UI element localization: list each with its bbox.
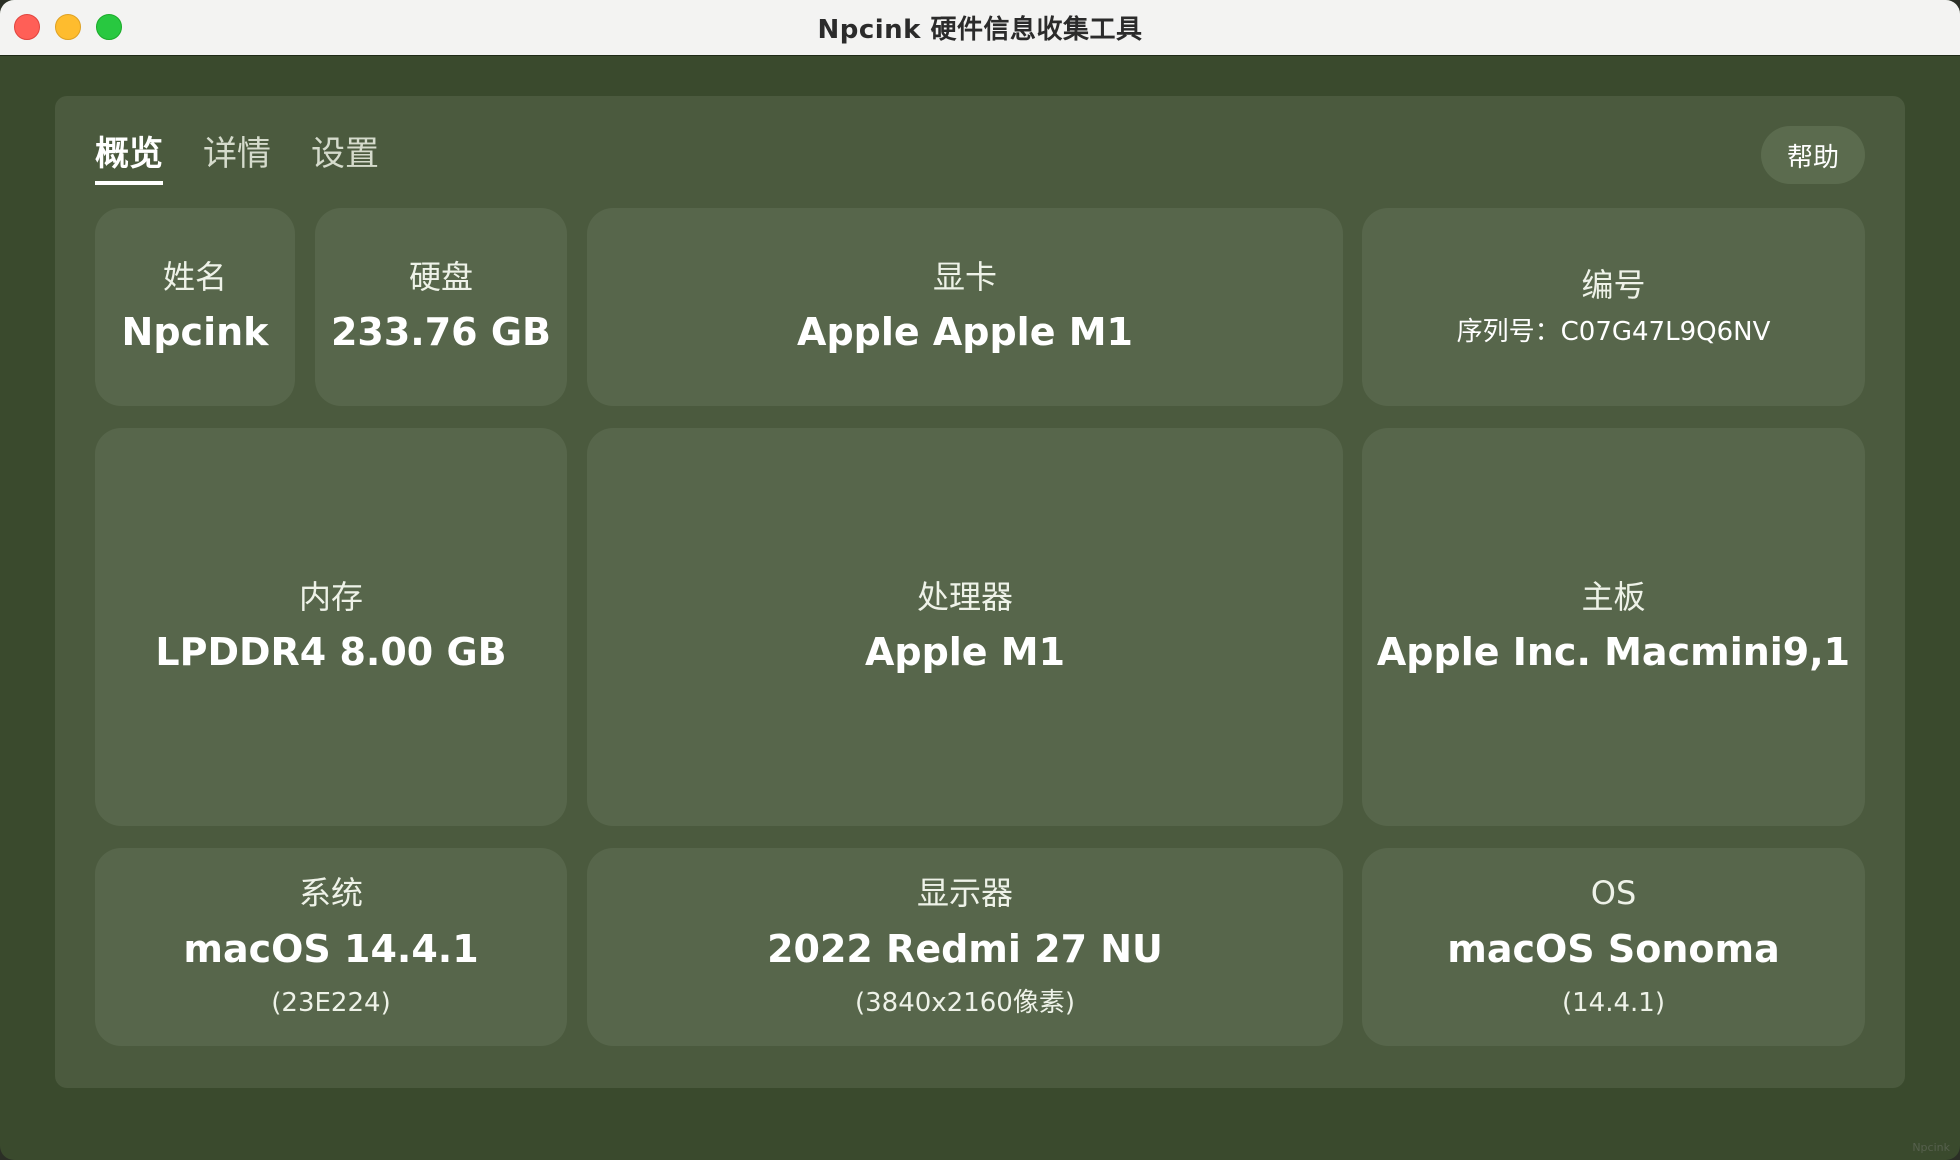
card-label: 显示器 (916, 874, 1013, 913)
card-label: 内存 (298, 578, 363, 616)
title-bar: Npcink 硬件信息收集工具 (0, 0, 1960, 56)
card-subtext: (3840x2160像素) (854, 988, 1075, 1019)
tab-details[interactable]: 详情 (203, 126, 271, 185)
card-motherboard: 主板 Apple Inc. Macmini9,1 (1362, 428, 1865, 826)
card-os: OS macOS Sonoma (14.4.1) (1362, 848, 1865, 1046)
card-value: 233.76 GB (330, 310, 552, 355)
card-value: Apple M1 (864, 630, 1066, 675)
card-serial: 编号 序列号：C07G47L9Q6NV (1362, 208, 1865, 406)
app-window: Npcink 硬件信息收集工具 概览 详情 设置 帮助 姓名 Npcink 硬盘… (0, 0, 1960, 1160)
card-value: macOS Sonoma (1447, 926, 1780, 971)
card-label: OS (1590, 874, 1637, 913)
serial-number: 序列号：C07G47L9Q6NV (1456, 316, 1771, 347)
card-label: 编号 (1581, 266, 1646, 305)
card-value: Npcink (121, 310, 269, 355)
card-cpu: 处理器 Apple M1 (587, 428, 1343, 826)
card-gpu: 显卡 Apple Apple M1 (587, 208, 1343, 406)
card-label: 处理器 (916, 578, 1013, 616)
card-memory: 内存 LPDDR4 8.00 GB (95, 428, 567, 826)
card-subtext: (23E224) (271, 988, 391, 1019)
card-label: 硬盘 (408, 258, 473, 296)
watermark: Npcink (1912, 1141, 1950, 1154)
tab-overview[interactable]: 概览 (95, 126, 163, 185)
main-panel: 概览 详情 设置 帮助 姓名 Npcink 硬盘 233.76 GB 显卡 Ap… (55, 96, 1905, 1088)
card-disk: 硬盘 233.76 GB (315, 208, 567, 406)
minimize-window-button[interactable] (55, 14, 81, 40)
card-value: LPDDR4 8.00 GB (155, 630, 507, 675)
card-value: macOS 14.4.1 (183, 926, 479, 971)
card-label: 姓名 (162, 258, 227, 296)
card-value: Apple Apple M1 (797, 310, 1133, 355)
card-name: 姓名 Npcink (95, 208, 295, 406)
close-window-button[interactable] (14, 14, 40, 40)
card-label: 主板 (1581, 578, 1646, 616)
card-label: 系统 (298, 874, 363, 913)
window-title: Npcink 硬件信息收集工具 (817, 15, 1143, 45)
maximize-window-button[interactable] (96, 14, 122, 40)
help-button[interactable]: 帮助 (1761, 126, 1865, 184)
card-value: Apple Inc. Macmini9,1 (1376, 630, 1851, 675)
card-display: 显示器 2022 Redmi 27 NU (3840x2160像素) (587, 848, 1343, 1046)
window-controls (14, 14, 122, 40)
card-label: 显卡 (932, 258, 997, 296)
card-value: 2022 Redmi 27 NU (767, 926, 1163, 971)
tab-bar: 概览 详情 设置 (95, 126, 379, 185)
tab-settings[interactable]: 设置 (311, 126, 379, 185)
card-subtext: (14.4.1) (1562, 988, 1665, 1019)
card-system: 系统 macOS 14.4.1 (23E224) (95, 848, 567, 1046)
